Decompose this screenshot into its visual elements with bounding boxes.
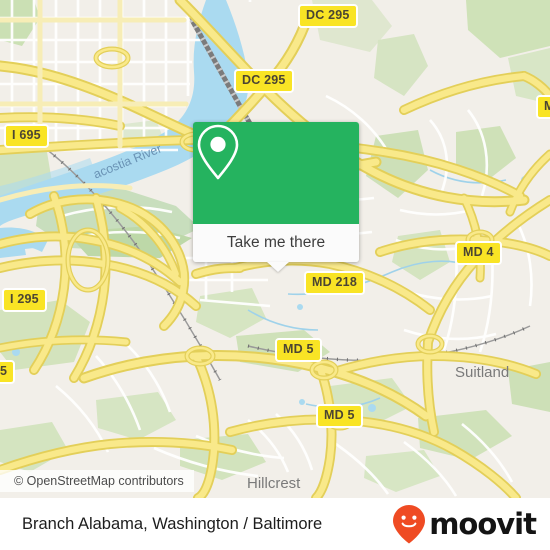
osm-attribution[interactable]: © OpenStreetMap contributors xyxy=(0,470,194,492)
road-shield-md218: MD 218 xyxy=(304,271,365,295)
map-screenshot: DC 295 DC 295 I 695 M I 295 MD 4 MD 218 … xyxy=(0,0,550,550)
road-shield-dc295-west: DC 295 xyxy=(234,69,294,93)
moovit-smiley-pin-icon xyxy=(393,505,426,544)
popup-pointer-tail xyxy=(267,262,289,272)
footer-bar: Branch Alabama, Washington / Baltimore m… xyxy=(0,498,550,550)
road-shield-md4: MD 4 xyxy=(455,241,502,265)
road-shield-md-partial-east: M xyxy=(536,95,550,119)
place-label-hillcrest: Hillcrest xyxy=(247,475,301,492)
location-popup-card[interactable]: Take me there xyxy=(193,122,359,272)
map-pin-icon xyxy=(197,124,239,180)
popup-footer[interactable]: Take me there xyxy=(193,224,359,272)
road-shield-md5-south: MD 5 xyxy=(316,404,363,428)
popup-header xyxy=(193,122,359,224)
road-shield-i295: I 295 xyxy=(2,288,47,312)
take-me-there-button-label: Take me there xyxy=(226,234,326,251)
moovit-brand[interactable]: moovit xyxy=(392,504,537,544)
moovit-wordmark: moovit xyxy=(429,506,537,541)
road-shield-dc295-north: DC 295 xyxy=(298,4,358,28)
place-label-suitland: Suitland xyxy=(455,364,510,381)
road-shield-md5-west: MD 5 xyxy=(275,338,322,362)
map-canvas[interactable]: DC 295 DC 295 I 695 M I 295 MD 4 MD 218 … xyxy=(0,0,550,498)
footer-location-title: Branch Alabama, Washington / Baltimore xyxy=(22,514,323,533)
road-shield-md5-partial-west: 5 xyxy=(0,360,16,384)
road-shield-i695: I 695 xyxy=(4,124,49,148)
